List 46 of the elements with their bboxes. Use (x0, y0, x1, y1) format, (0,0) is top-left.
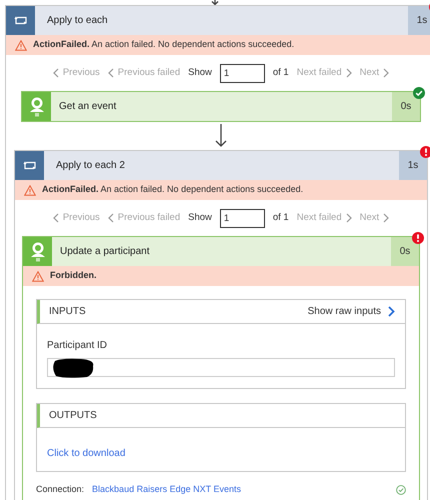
show-label: Show (188, 210, 212, 225)
connection-label: Connection: (36, 483, 84, 496)
iteration-count: of 1 (272, 210, 289, 225)
download-link[interactable]: Click to download (47, 448, 126, 459)
loop-icon (14, 15, 28, 26)
iteration-field[interactable]: 1 (220, 208, 265, 228)
connector-arrow (211, 0, 219, 5)
loop-header[interactable]: Apply to each (35, 6, 408, 35)
section-title: OUTPUTS (49, 409, 97, 423)
action-header[interactable]: Update a participant (52, 237, 391, 266)
chevron-right-icon (383, 68, 390, 78)
action-header[interactable]: Get an event (51, 92, 392, 121)
warning-icon (15, 40, 27, 50)
loop-header[interactable]: Apply to each 2 (44, 151, 399, 180)
chevron-right-icon (346, 213, 352, 223)
chevron-left-icon (52, 213, 59, 223)
chevron-left-icon (108, 213, 114, 223)
person-icon (28, 96, 44, 116)
duration: 0s (400, 100, 412, 114)
field-label: Participant ID (47, 339, 108, 353)
chevron-right-icon (383, 213, 390, 223)
error-message: Forbidden. (50, 269, 96, 282)
chevron-right-icon (346, 68, 352, 78)
loop-icon (22, 160, 36, 171)
chevron-left-icon (52, 68, 59, 78)
action-title: Update a participant (60, 245, 150, 259)
down-arrow (215, 124, 227, 148)
error-message: ActionFailed. An action failed. No dependent actions succeeded. (33, 38, 294, 52)
connection-link[interactable]: Blackbaud Raisers Edge NXT Events (92, 483, 241, 496)
loop-title: Apply to each 2 (56, 159, 125, 173)
iteration-count: of 1 (272, 66, 289, 80)
warning-icon (24, 184, 36, 196)
duration: 1s (408, 159, 418, 173)
show-label: Show (188, 66, 212, 80)
warning-icon (32, 270, 44, 282)
loop-title: Apply to each (47, 14, 108, 28)
action-title: Get an event (59, 100, 116, 114)
show-raw-inputs-link[interactable]: Show raw inputs (308, 304, 395, 319)
duration: 0s (400, 245, 410, 259)
error-message: ActionFailed. An action failed. No dependent actions succeeded. (42, 183, 304, 196)
chevron-right-icon (388, 306, 395, 317)
chevron-left-icon (108, 68, 114, 78)
section-title: INPUTS (49, 305, 86, 319)
iteration-field[interactable]: 1 (220, 64, 265, 82)
duration: 1s (416, 14, 428, 28)
person-icon (30, 242, 46, 262)
